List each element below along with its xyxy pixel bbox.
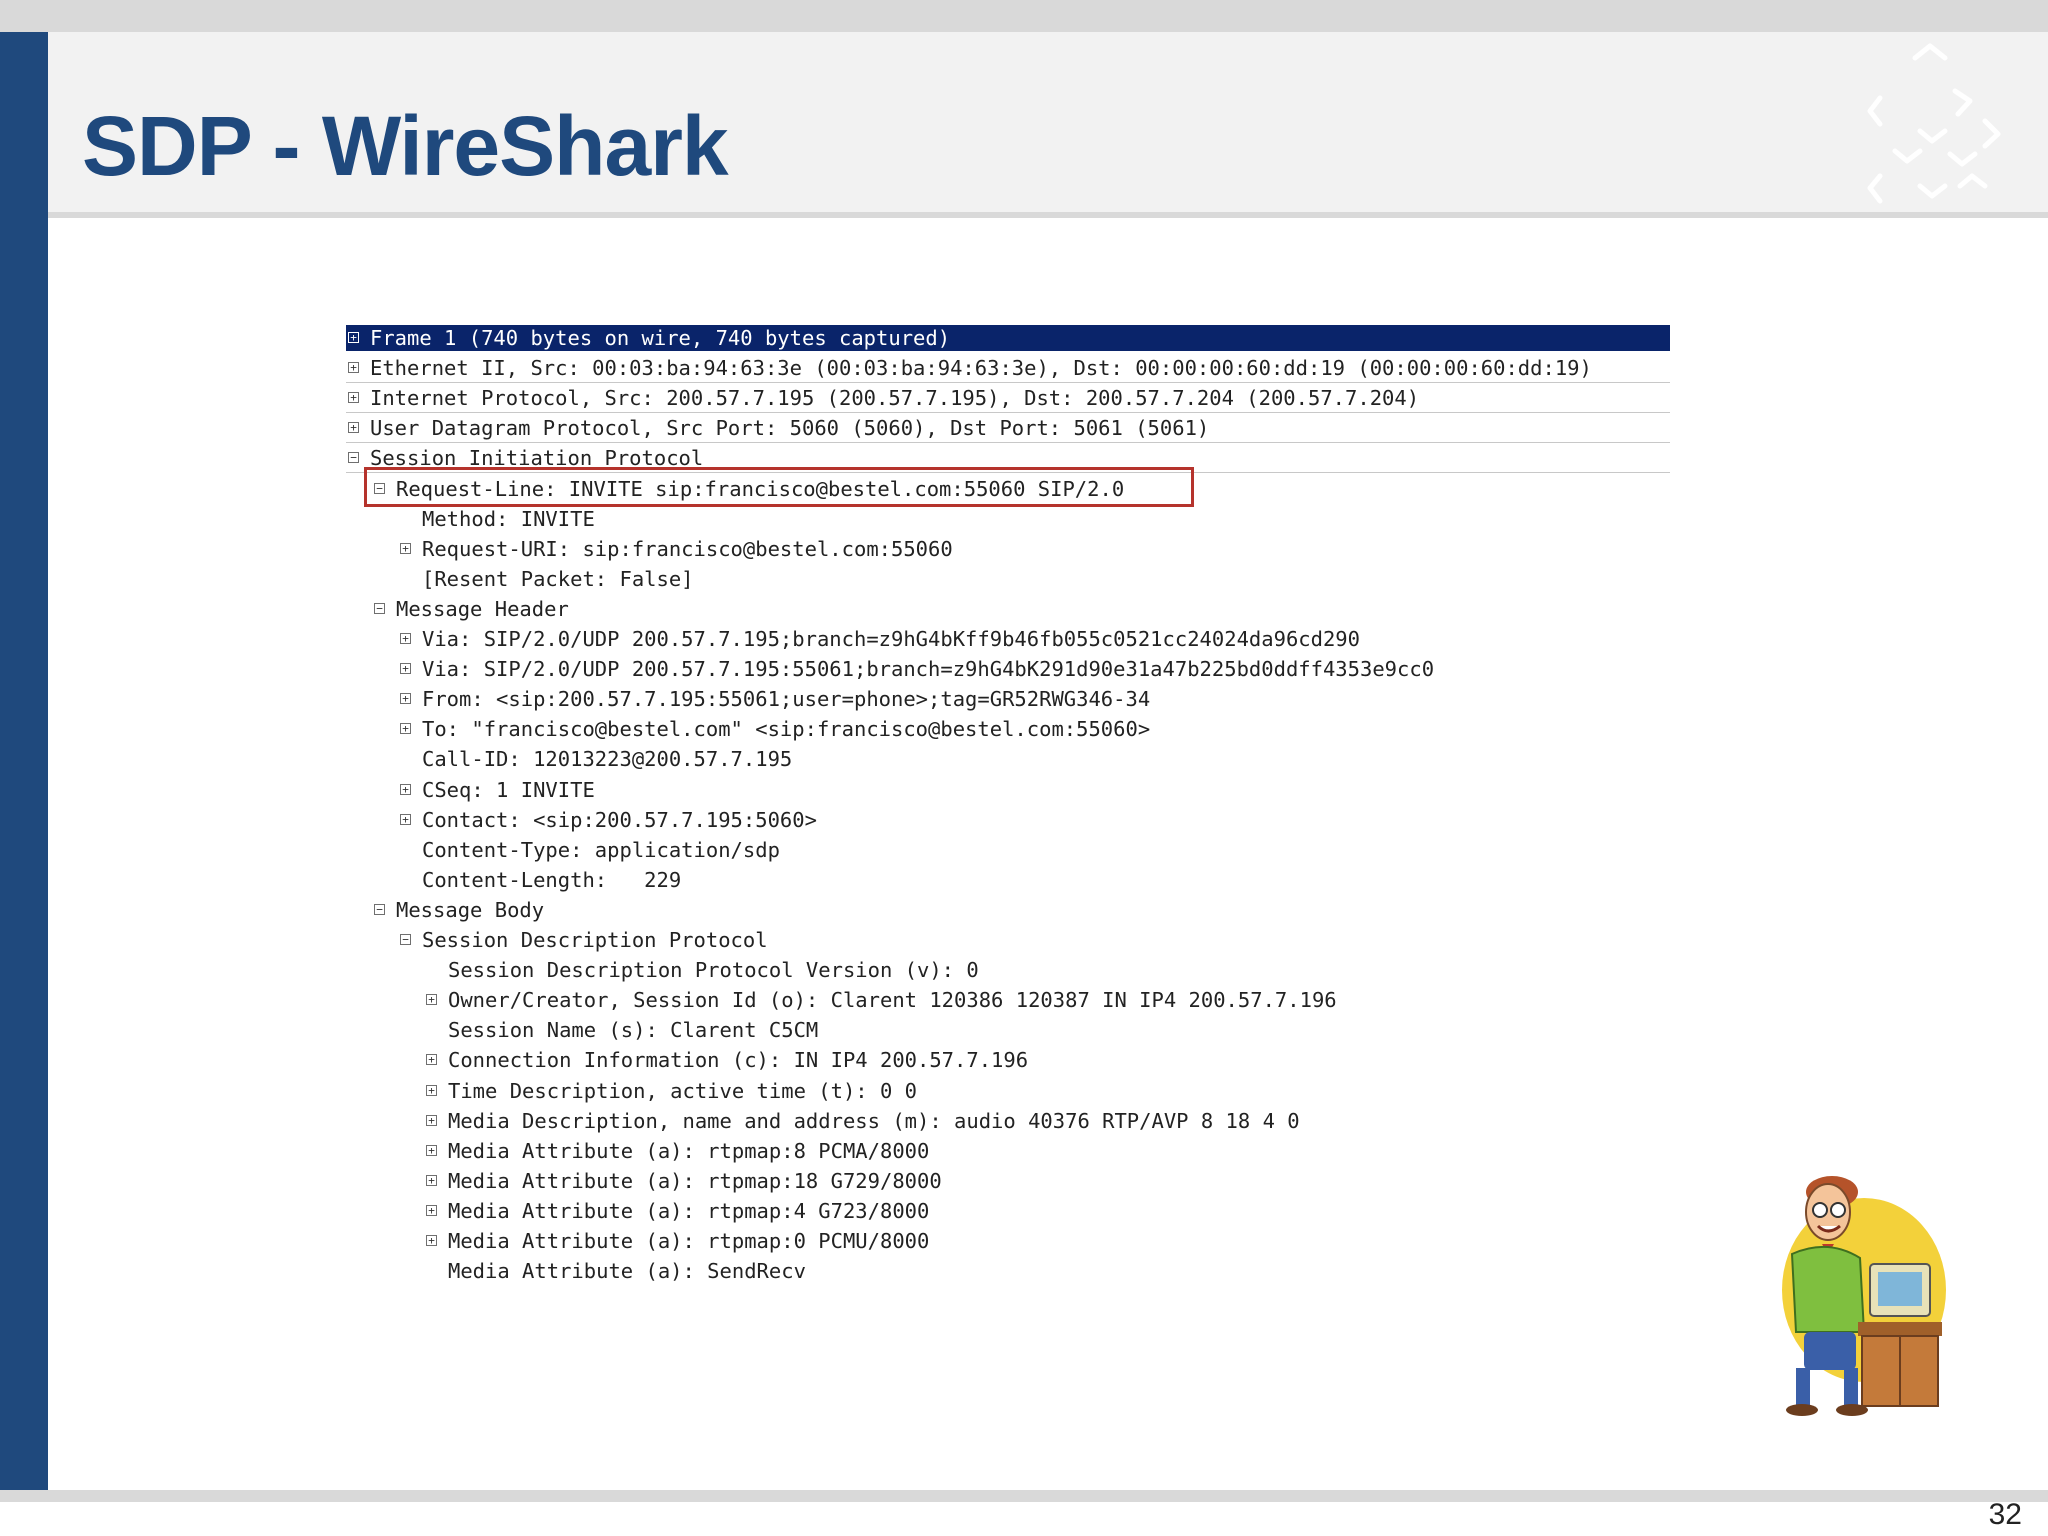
tree-row-label: Content-Length: 229 xyxy=(422,867,682,892)
expand-icon[interactable]: + xyxy=(400,693,411,705)
tree-row[interactable]: Session Description Protocol Version (v)… xyxy=(346,955,1670,985)
expand-icon[interactable]: + xyxy=(426,1204,437,1216)
tree-row-label: Call-ID: 12013223@200.57.7.195 xyxy=(422,747,793,772)
tree-row-label: Owner/Creator, Session Id (o): Clarent 1… xyxy=(448,988,1337,1013)
tree-row-label: Session Name (s): Clarent C5CM xyxy=(448,1018,819,1043)
tree-row[interactable]: Call-ID: 12013223@200.57.7.195 xyxy=(346,744,1670,774)
tree-row[interactable]: + Frame 1 (740 bytes on wire, 740 bytes c… xyxy=(346,325,1670,351)
expand-icon[interactable]: + xyxy=(348,422,359,434)
tree-row[interactable]: + Media Attribute (a): rtpmap:4 G723/8000 xyxy=(346,1196,1670,1226)
tree-row[interactable]: + Media Description, name and address (m)… xyxy=(346,1106,1670,1136)
tree-row[interactable]: + Ethernet II, Src: 00:03:ba:94:63:3e (00… xyxy=(346,353,1670,384)
collapse-icon[interactable]: − xyxy=(400,934,411,945)
tree-row-label: To: "francisco@bestel.com" <sip:francisc… xyxy=(422,717,1151,742)
tree-row[interactable]: + CSeq: 1 INVITE xyxy=(346,775,1670,805)
tree-row[interactable]: + Media Attribute (a): rtpmap:18 G729/800… xyxy=(346,1166,1670,1196)
tree-row[interactable]: + Via: SIP/2.0/UDP 200.57.7.195:55061;bra… xyxy=(346,654,1670,684)
collapse-icon[interactable]: − xyxy=(374,903,385,915)
tree-row-label: Internet Protocol, Src: 200.57.7.195 (20… xyxy=(370,386,1420,411)
tree-row[interactable]: + Media Attribute (a): rtpmap:8 PCMA/8000 xyxy=(346,1136,1670,1166)
tree-row-label: Media Attribute (a): rtpmap:18 G729/8000 xyxy=(448,1168,942,1193)
tree-row-label: Session Description Protocol Version (v)… xyxy=(448,958,979,983)
tree-row-label: User Datagram Protocol, Src Port: 5060 (… xyxy=(370,416,1210,441)
tree-row[interactable]: + Media Attribute (a): rtpmap:0 PCMU/8000 xyxy=(346,1226,1670,1256)
chevron-pattern-icon xyxy=(1867,43,2001,204)
cartoon-man-at-computer xyxy=(1782,1176,1946,1416)
tree-row-label: Contact: <sip:200.57.7.195:5060> xyxy=(422,807,817,832)
top-strip xyxy=(0,0,2048,32)
tree-row[interactable]: + Owner/Creator, Session Id (o): Clarent … xyxy=(346,985,1670,1015)
tree-row-label: Request-URI: sip:francisco@bestel.com:55… xyxy=(422,536,953,561)
tree-row[interactable]: Content-Length: 229 xyxy=(346,865,1670,895)
page-number: 32 xyxy=(1988,1498,2022,1531)
tree-row[interactable]: Media Attribute (a): SendRecv xyxy=(346,1256,1670,1286)
expand-icon[interactable]: + xyxy=(400,542,411,554)
tree-row-label: Media Attribute (a): SendRecv xyxy=(448,1259,806,1284)
expand-icon[interactable]: + xyxy=(400,663,411,675)
tree-row[interactable]: + Connection Information (c): IN IP4 200.… xyxy=(346,1045,1670,1075)
tree-row[interactable]: + Request-URI: sip:francisco@bestel.com:5… xyxy=(346,534,1670,564)
expand-icon[interactable]: + xyxy=(400,723,411,735)
expand-icon[interactable]: + xyxy=(348,362,359,374)
tree-row-label: Session Description Protocol xyxy=(422,928,768,952)
tree-row-label: Message Header xyxy=(396,596,569,621)
tree-row-label: Media Attribute (a): rtpmap:4 G723/8000 xyxy=(448,1198,930,1223)
tree-row[interactable]: + From: <sip:200.57.7.195:55061;user=phon… xyxy=(346,684,1670,714)
expand-icon[interactable]: + xyxy=(426,1114,437,1126)
tree-row-label: Media Attribute (a): rtpmap:0 PCMU/8000 xyxy=(448,1229,930,1253)
tree-row[interactable]: + User Datagram Protocol, Src Port: 5060 … xyxy=(346,413,1670,444)
tree-row-label: Via: SIP/2.0/UDP 200.57.7.195;branch=z9h… xyxy=(422,627,1360,651)
tree-row[interactable]: Session Name (s): Clarent C5CM xyxy=(346,1015,1670,1045)
tree-row-label: Content-Type: application/sdp xyxy=(422,837,780,862)
expand-icon[interactable]: + xyxy=(426,1235,437,1246)
slide: SDP - WireShark + Frame 1 (740 bytes on w… xyxy=(0,0,2048,1536)
tree-row-label: [Resent Packet: False] xyxy=(422,566,694,591)
tree-row[interactable]: + Via: SIP/2.0/UDP 200.57.7.195;branch=z9… xyxy=(346,624,1670,654)
tree-row[interactable]: [Resent Packet: False] xyxy=(346,564,1670,594)
expand-icon[interactable]: + xyxy=(400,633,411,644)
tree-row-label: CSeq: 1 INVITE xyxy=(422,777,595,802)
collapse-icon[interactable]: − xyxy=(348,452,359,464)
tree-row-label: Via: SIP/2.0/UDP 200.57.7.195:55061;bran… xyxy=(422,657,1435,682)
expand-icon[interactable]: + xyxy=(426,1174,437,1186)
tree-row-label: Frame 1 (740 bytes on wire, 740 bytes ca… xyxy=(370,326,951,350)
tree-row[interactable]: Method: INVITE xyxy=(346,504,1670,534)
tree-row-label: Method: INVITE xyxy=(422,506,595,531)
tree-row-label: Media Attribute (a): rtpmap:8 PCMA/8000 xyxy=(448,1138,930,1163)
tree-row[interactable]: − Session Description Protocol xyxy=(346,925,1670,955)
tree-row-label: Media Description, name and address (m):… xyxy=(448,1108,1300,1133)
expand-icon[interactable]: + xyxy=(400,783,411,795)
expand-icon[interactable]: + xyxy=(348,332,359,343)
expand-icon[interactable]: + xyxy=(348,392,359,404)
slide-title: SDP - WireShark xyxy=(82,99,729,193)
expand-icon[interactable]: + xyxy=(426,994,437,1006)
tree-row[interactable]: + To: "francisco@bestel.com" <sip:francis… xyxy=(346,714,1670,744)
expand-icon[interactable]: + xyxy=(426,1144,437,1156)
request-line-highlight xyxy=(364,467,1194,507)
expand-icon[interactable]: + xyxy=(426,1054,437,1066)
tree-row[interactable]: + Internet Protocol, Src: 200.57.7.195 (2… xyxy=(346,383,1670,414)
tree-row-label: Ethernet II, Src: 00:03:ba:94:63:3e (00:… xyxy=(370,356,1592,381)
tree-row-label: From: <sip:200.57.7.195:55061;user=phone… xyxy=(422,687,1151,712)
tree-row[interactable]: + Contact: <sip:200.57.7.195:5060> xyxy=(346,805,1670,835)
tree-row-label: Message Body xyxy=(396,897,545,922)
tree-row-label: Connection Information (c): IN IP4 200.5… xyxy=(448,1048,1029,1073)
tree-row[interactable]: + Time Description, active time (t): 0 0 xyxy=(346,1076,1670,1106)
collapse-icon[interactable]: − xyxy=(374,602,385,614)
tree-row-label: Time Description, active time (t): 0 0 xyxy=(448,1078,917,1103)
tree-row[interactable]: − Message Body xyxy=(346,895,1670,925)
expand-icon[interactable]: + xyxy=(426,1084,437,1096)
tree-row[interactable]: − Message Header xyxy=(346,594,1670,624)
bottom-strip xyxy=(0,1490,2048,1502)
tree-row[interactable]: Content-Type: application/sdp xyxy=(346,835,1670,865)
left-accent-bar xyxy=(0,32,48,1490)
expand-icon[interactable]: + xyxy=(400,813,411,825)
